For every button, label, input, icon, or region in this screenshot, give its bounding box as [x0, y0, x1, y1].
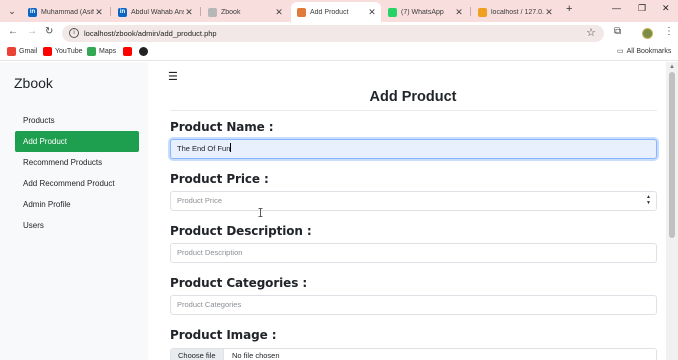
brand-logo[interactable]: Zbook	[14, 75, 53, 91]
tab-title: localhost / 127.0...	[491, 8, 544, 16]
bookmark-label: Gmail	[19, 48, 38, 55]
tab-divider	[110, 7, 111, 16]
browser-tab[interactable]: localhost / 127.0... ✕	[472, 2, 558, 22]
page-scrollbar[interactable]: ▲	[666, 62, 678, 360]
folder-icon: ▭	[617, 48, 624, 55]
bookmark-label: Maps	[99, 48, 117, 55]
product-description-placeholder: Product Description	[177, 248, 243, 257]
product-name-label: Product Name :	[170, 120, 274, 134]
menu-dots-icon[interactable]: ⋮	[664, 26, 674, 37]
product-name-value: The End Of Fun	[177, 144, 231, 153]
whatsapp-icon	[388, 7, 397, 17]
divider	[170, 110, 657, 111]
close-tab-icon[interactable]: ✕	[544, 7, 554, 18]
extensions-icon[interactable]: ⧉	[614, 26, 621, 37]
choose-file-button[interactable]: Choose file	[171, 349, 224, 360]
youtube-icon	[123, 47, 132, 56]
browser-tab[interactable]: (7) WhatsApp ✕	[382, 2, 468, 22]
linkedin-icon: in	[118, 7, 127, 17]
all-bookmarks-label: All Bookmarks	[626, 47, 672, 55]
bookmark-label: YouTube	[55, 48, 83, 55]
tab-title: Add Product	[310, 8, 349, 16]
product-price-input[interactable]: Product Price ▲ ▼	[170, 191, 657, 211]
bookmarks-bar: Gmail YouTube Maps ▭ All Bookmarks	[0, 44, 678, 61]
browser-tab[interactable]: in Abdul Wahab Ans... ✕	[112, 2, 198, 22]
sidebar: Zbook Products Add Product Recommend Pro…	[0, 62, 148, 360]
browser-tab[interactable]: in Muhammad (Asif... ✕	[22, 2, 108, 22]
product-categories-placeholder: Product Categories	[177, 300, 242, 309]
page-icon	[208, 7, 217, 17]
phpmyadmin-icon	[478, 7, 487, 17]
browser-tab-bar: ⌄ in Muhammad (Asif... ✕ in Abdul Wahab …	[0, 0, 678, 22]
sidebar-menu: Products Add Product Recommend Products …	[15, 110, 139, 236]
address-bar[interactable]: i localhost/zbook/admin/add_product.php …	[62, 25, 604, 42]
browser-tab-active[interactable]: Add Product ✕	[291, 2, 381, 22]
new-tab-icon[interactable]: +	[566, 3, 572, 15]
product-price-placeholder: Product Price	[177, 196, 223, 205]
sidebar-item-recommend-products[interactable]: Recommend Products	[15, 152, 139, 173]
bookmark-youtube-2[interactable]	[123, 47, 135, 56]
minimize-icon[interactable]: —	[612, 3, 621, 13]
page-icon	[297, 7, 306, 17]
sidebar-item-users[interactable]: Users	[15, 215, 139, 236]
hamburger-menu-icon[interactable]: ☰	[168, 70, 178, 83]
forward-icon[interactable]: →	[27, 26, 37, 37]
tab-title: Abdul Wahab Ans...	[131, 8, 184, 16]
all-bookmarks[interactable]: ▭ All Bookmarks	[617, 47, 672, 56]
scroll-up-icon[interactable]: ▲	[669, 64, 675, 70]
bookmark-site[interactable]	[139, 47, 151, 56]
tab-divider	[200, 7, 201, 16]
bookmark-gmail[interactable]: Gmail	[7, 47, 37, 56]
youtube-icon	[43, 47, 52, 56]
bookmark-star-icon[interactable]: ☆	[586, 26, 596, 39]
tab-title: Zbook	[221, 8, 241, 16]
ibeam-cursor-icon	[258, 208, 263, 217]
tab-title: (7) WhatsApp	[401, 8, 444, 16]
profile-avatar[interactable]	[642, 28, 653, 39]
close-tab-icon[interactable]: ✕	[454, 7, 464, 18]
close-window-icon[interactable]: ✕	[662, 3, 670, 14]
scrollbar-thumb[interactable]	[669, 72, 675, 238]
bookmark-maps[interactable]: Maps	[87, 47, 116, 56]
number-spinner-icon[interactable]: ▲ ▼	[646, 194, 651, 206]
page-content: Zbook Products Add Product Recommend Pro…	[0, 62, 678, 360]
close-tab-icon[interactable]: ✕	[94, 7, 104, 18]
back-icon[interactable]: ←	[8, 26, 18, 37]
product-description-input[interactable]: Product Description	[170, 243, 657, 263]
bookmark-youtube[interactable]: YouTube	[43, 47, 83, 56]
close-tab-icon[interactable]: ✕	[274, 7, 284, 18]
product-image-file-input[interactable]: Choose file No file chosen	[170, 348, 657, 360]
product-description-label: Product Description :	[170, 224, 312, 238]
file-status-text: No file chosen	[232, 351, 280, 360]
tab-title: Muhammad (Asif...	[41, 8, 94, 16]
tab-divider	[470, 7, 471, 16]
globe-icon	[139, 47, 148, 56]
product-categories-input[interactable]: Product Categories	[170, 295, 657, 315]
close-tab-icon[interactable]: ✕	[367, 7, 377, 18]
product-price-label: Product Price :	[170, 172, 269, 186]
linkedin-icon: in	[28, 7, 37, 17]
maps-icon	[87, 47, 96, 56]
tab-search-icon[interactable]: ⌄	[4, 3, 20, 19]
text-caret	[230, 143, 232, 152]
browser-toolbar: ← → ↻ i localhost/zbook/admin/add_produc…	[0, 22, 678, 44]
browser-tab[interactable]: Zbook ✕	[202, 2, 288, 22]
sidebar-item-add-product[interactable]: Add Product	[15, 131, 139, 152]
product-categories-label: Product Categories :	[170, 276, 308, 290]
site-info-icon[interactable]: i	[69, 28, 79, 38]
reload-icon[interactable]: ↻	[45, 26, 53, 37]
restore-icon[interactable]: ❐	[638, 3, 646, 14]
page-title: Add Product	[369, 89, 457, 105]
product-name-input[interactable]: The End Of Fun	[170, 139, 657, 159]
gmail-icon	[7, 47, 16, 56]
sidebar-item-admin-profile[interactable]: Admin Profile	[15, 194, 139, 215]
main-panel: ☰ Add Product Product Name : The End Of …	[148, 62, 666, 360]
sidebar-item-products[interactable]: Products	[15, 110, 139, 131]
close-tab-icon[interactable]: ✕	[184, 7, 194, 18]
product-image-label: Product Image :	[170, 328, 277, 342]
sidebar-item-add-recommend-product[interactable]: Add Recommend Product	[15, 173, 139, 194]
url-text: localhost/zbook/admin/add_product.php	[84, 29, 217, 38]
